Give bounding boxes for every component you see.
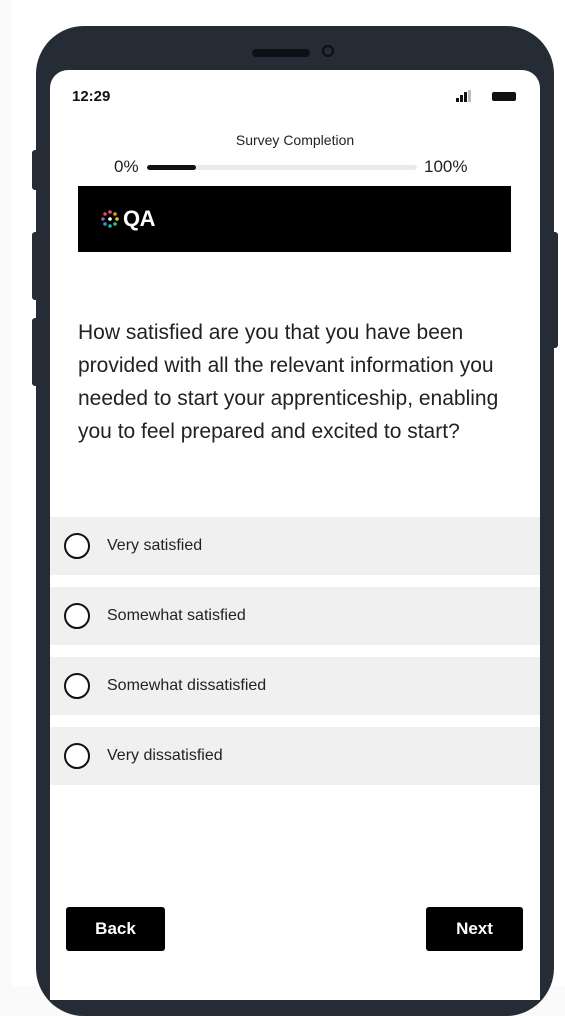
- option-label: Very dissatisfied: [107, 747, 223, 764]
- signal-icon: [456, 90, 472, 102]
- radio-button[interactable]: [64, 743, 90, 769]
- progress-title: Survey Completion: [235, 132, 355, 148]
- progress-end-label: 100%: [424, 157, 468, 176]
- option-very-satisfied[interactable]: Very satisfied: [50, 517, 540, 575]
- option-somewhat-satisfied[interactable]: Somewhat satisfied: [50, 587, 540, 645]
- brand-banner: QA: [78, 186, 511, 252]
- radio-button[interactable]: [64, 603, 90, 629]
- phone-screen: 12:29 Survey Completion 0% 100% QA How s…: [50, 70, 540, 1000]
- radio-button[interactable]: [64, 533, 90, 559]
- phone-camera: [322, 45, 334, 57]
- progress-bar: [147, 165, 417, 170]
- option-label: Very satisfied: [107, 537, 203, 554]
- phone-volume-down-button: [32, 318, 40, 386]
- phone-speaker: [252, 49, 310, 57]
- phone-volume-up-button: [32, 232, 40, 300]
- survey-question: How satisfied are you that you have been…: [78, 321, 499, 443]
- option-very-dissatisfied[interactable]: Very dissatisfied: [50, 727, 540, 785]
- back-button[interactable]: Back: [66, 907, 165, 951]
- answer-options: Very satisfied Somewhat satisfied Somewh…: [50, 517, 540, 797]
- option-somewhat-dissatisfied[interactable]: Somewhat dissatisfied: [50, 657, 540, 715]
- progress-bar-fill: [147, 165, 196, 170]
- phone-power-button: [550, 232, 558, 348]
- next-button[interactable]: Next: [426, 907, 523, 951]
- phone-side-button-top: [32, 150, 40, 190]
- option-label: Somewhat dissatisfied: [107, 677, 267, 694]
- progress-start-label: 0%: [114, 157, 139, 176]
- qa-logo-text: QA: [123, 206, 156, 231]
- radio-button[interactable]: [64, 673, 90, 699]
- qa-logo-mark-icon: [101, 210, 119, 228]
- status-time: 12:29: [72, 88, 111, 105]
- qa-logo: QA: [100, 205, 156, 233]
- option-label: Somewhat satisfied: [107, 607, 246, 624]
- battery-icon: [492, 92, 516, 101]
